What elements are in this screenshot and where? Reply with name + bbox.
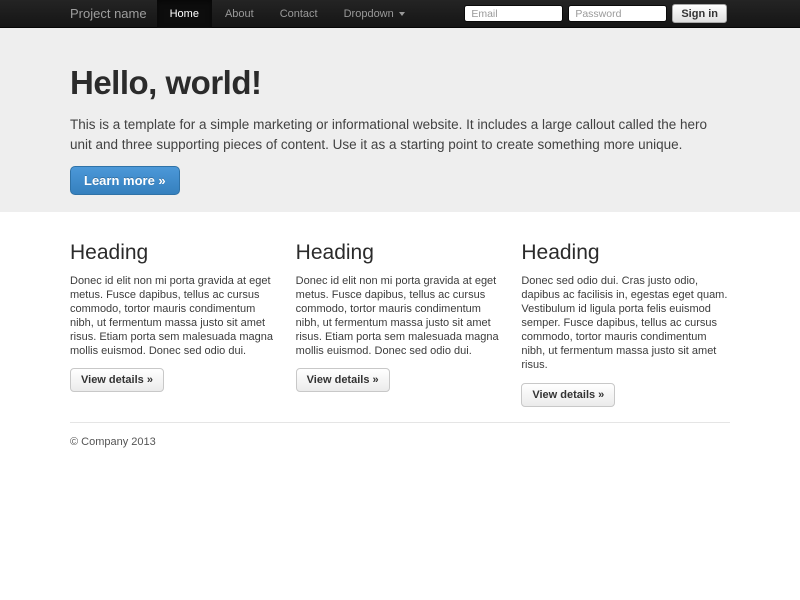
caret-down-icon [399, 12, 405, 16]
nav-item-dropdown[interactable]: Dropdown [331, 0, 418, 28]
content-column-1: Heading Donec id elit non mi porta gravi… [70, 241, 279, 407]
copyright-text: © Company 2013 [70, 436, 730, 448]
password-field[interactable] [568, 5, 667, 22]
learn-more-button[interactable]: Learn more » [70, 166, 180, 195]
signin-button[interactable]: Sign in [672, 4, 727, 23]
nav-menu: Home About Contact Dropdown [157, 0, 418, 27]
column-heading: Heading [521, 241, 730, 265]
hero-title: Hello, world! [70, 64, 730, 102]
nav-item-contact[interactable]: Contact [267, 0, 331, 28]
email-field[interactable] [464, 5, 563, 22]
hero-text: This is a template for a simple marketin… [70, 115, 730, 154]
nav-item-about-label: About [225, 0, 254, 28]
view-details-button-1[interactable]: View details » [70, 368, 164, 392]
view-details-button-3[interactable]: View details » [521, 383, 615, 407]
brand-link[interactable]: Project name [0, 0, 157, 27]
content-columns: Heading Donec id elit non mi porta gravi… [0, 212, 800, 407]
nav-item-home-label: Home [170, 0, 199, 28]
signin-form: Sign in [464, 0, 800, 27]
hero-unit: Hello, world! This is a template for a s… [0, 28, 800, 212]
column-text: Donec id elit non mi porta gravida at eg… [296, 274, 505, 358]
footer: © Company 2013 [70, 422, 730, 448]
nav-item-about[interactable]: About [212, 0, 267, 28]
column-text: Donec sed odio dui. Cras justo odio, dap… [521, 274, 730, 373]
nav-item-home[interactable]: Home [157, 0, 212, 28]
column-text: Donec id elit non mi porta gravida at eg… [70, 274, 279, 358]
view-details-button-2[interactable]: View details » [296, 368, 390, 392]
nav-item-dropdown-label: Dropdown [344, 0, 394, 28]
navbar: Project name Home About Contact Dropdown… [0, 0, 800, 28]
column-heading: Heading [296, 241, 505, 265]
content-column-3: Heading Donec sed odio dui. Cras justo o… [521, 241, 730, 407]
column-heading: Heading [70, 241, 279, 265]
content-column-2: Heading Donec id elit non mi porta gravi… [296, 241, 505, 407]
nav-item-contact-label: Contact [280, 0, 318, 28]
